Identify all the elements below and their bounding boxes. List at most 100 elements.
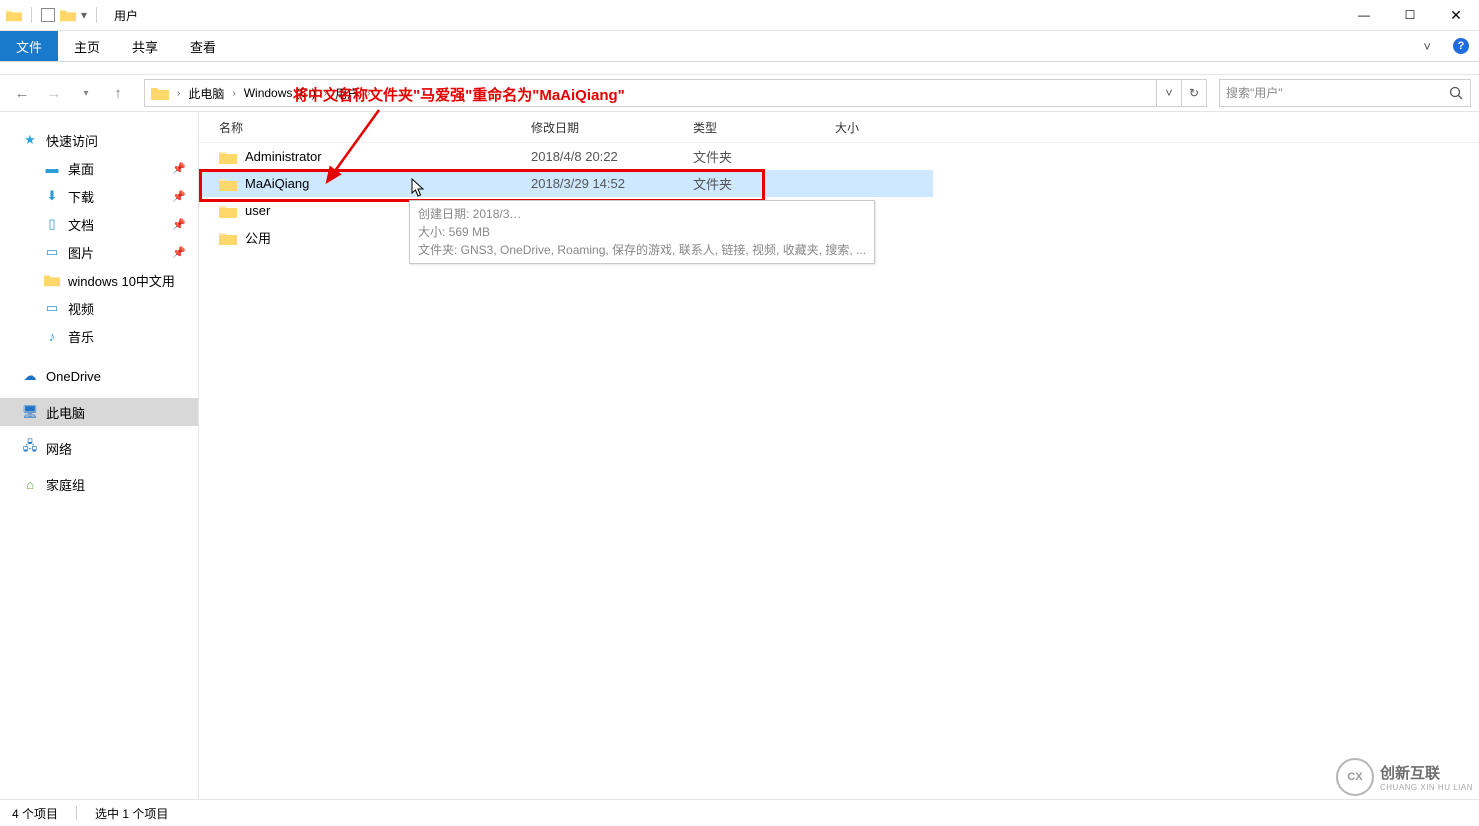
window-title: 用户 (114, 7, 138, 24)
status-bar: 4 个项目 选中 1 个项目 (0, 799, 1479, 826)
sidebar-thispc[interactable]: 🖥 此电脑 (0, 398, 198, 426)
column-type[interactable]: 类型 (687, 119, 829, 136)
help-button[interactable]: ? (1453, 38, 1469, 54)
column-date[interactable]: 修改日期 (525, 119, 687, 136)
table-row[interactable]: Administrator 2018/4/8 20:22文件夹 (199, 143, 1479, 170)
annotation-prefix: 将中文名称文件夹"马爱强"重命名为 (293, 87, 532, 104)
file-tooltip: 创建日期: 2018/3… 大小: 569 MB 文件夹: GNS3, OneD… (409, 200, 875, 264)
folder-icon (44, 272, 60, 288)
qat-dropdown-icon[interactable]: ▾ (81, 8, 87, 22)
nav-forward-button[interactable]: → (40, 79, 68, 107)
sidebar-item-music[interactable]: ♪ 音乐 (0, 322, 198, 350)
network-icon: 🖧 (22, 440, 38, 456)
folder-icon (145, 80, 175, 106)
sidebar-item-label: 家庭组 (46, 475, 85, 494)
watermark-logo: CX (1336, 758, 1374, 796)
navigation-pane: ★ 快速访问 ▬ 桌面 📌 ⬇ 下载 📌 ▯ 文档 📌 ▭ 图片 📌 windo… (0, 112, 199, 804)
window-controls: — ☐ ✕ (1341, 0, 1479, 30)
sidebar-item-label: 音乐 (68, 327, 94, 346)
watermark: CX 创新互联 CHUANG XIN HU LIAN (1336, 758, 1473, 796)
desktop-icon: ▬ (44, 160, 60, 176)
chevron-right-icon[interactable]: › (175, 88, 182, 99)
status-selected-count: 选中 1 个项目 (95, 805, 168, 822)
star-icon: ★ (22, 132, 38, 148)
tab-home[interactable]: 主页 (58, 31, 116, 61)
sidebar-item-documents[interactable]: ▯ 文档 📌 (0, 210, 198, 238)
sidebar-item-pictures[interactable]: ▭ 图片 📌 (0, 238, 198, 266)
tab-file[interactable]: 文件 (0, 31, 58, 61)
ribbon-body-collapsed (0, 62, 1479, 75)
nav-back-button[interactable]: ← (8, 79, 36, 107)
tab-share[interactable]: 共享 (116, 31, 174, 61)
address-dropdown-button[interactable]: ˅ (1156, 80, 1181, 106)
sidebar-item-label: 桌面 (68, 159, 94, 178)
file-name: user (245, 203, 270, 218)
nav-recent-dropdown[interactable]: ▾ (72, 79, 100, 107)
homegroup-icon: ⌂ (22, 476, 38, 492)
pin-icon: 📌 (172, 246, 186, 259)
folder-icon (219, 150, 237, 164)
folder-icon (219, 231, 237, 245)
picture-icon: ▭ (44, 244, 60, 260)
annotation-bold: "MaAiQiang" (532, 87, 625, 104)
pin-icon: 📌 (172, 218, 186, 231)
sidebar-item-label: 网络 (46, 439, 72, 458)
file-date: 2018/4/8 20:22 (525, 149, 687, 164)
status-item-count: 4 个项目 (12, 805, 58, 822)
folder-icon (6, 7, 22, 23)
sidebar-network[interactable]: 🖧 网络 (0, 434, 198, 462)
quick-access-toolbar: ▾ 用户 (0, 7, 138, 24)
search-box[interactable] (1219, 79, 1471, 107)
column-name[interactable]: 名称 (213, 119, 525, 136)
sidebar-item-win10[interactable]: windows 10中文用 (0, 266, 198, 294)
tab-view[interactable]: 查看 (174, 31, 232, 61)
pin-icon: 📌 (172, 190, 186, 203)
minimize-button[interactable]: — (1341, 0, 1387, 30)
music-icon: ♪ (44, 328, 60, 344)
chevron-right-icon[interactable]: › (230, 88, 237, 99)
maximize-button[interactable]: ☐ (1387, 0, 1433, 30)
explorer-body: ★ 快速访问 ▬ 桌面 📌 ⬇ 下载 📌 ▯ 文档 📌 ▭ 图片 📌 windo… (0, 112, 1479, 804)
column-size[interactable]: 大小 (829, 119, 921, 136)
file-name: MaAiQiang (245, 176, 309, 191)
folder-icon (219, 177, 237, 191)
navigation-bar: ← → ▾ ↑ › 此电脑 › Windows (C:) › 用户 › ˅ ↻ (0, 75, 1479, 112)
sidebar-item-videos[interactable]: ▭ 视频 (0, 294, 198, 322)
sidebar-onedrive[interactable]: ☁ OneDrive (0, 362, 198, 390)
sidebar-quick-access[interactable]: ★ 快速访问 (0, 126, 198, 154)
refresh-button[interactable]: ↻ (1181, 80, 1206, 106)
qat-separator (96, 7, 97, 23)
status-divider (76, 806, 77, 820)
sidebar-item-label: 快速访问 (46, 131, 98, 150)
qat-separator (31, 7, 32, 23)
sidebar-item-label: OneDrive (46, 369, 101, 384)
breadcrumb-thispc[interactable]: 此电脑 (182, 80, 230, 106)
document-icon: ▯ (44, 216, 60, 232)
ribbon-tabs: 文件 主页 共享 查看 ˅ ? (0, 31, 1479, 62)
folder-icon[interactable] (60, 7, 76, 23)
file-type: 文件夹 (687, 147, 829, 166)
close-button[interactable]: ✕ (1433, 0, 1479, 30)
search-icon[interactable] (1442, 86, 1470, 100)
sidebar-item-label: 此电脑 (46, 403, 85, 422)
pin-icon: 📌 (172, 162, 186, 175)
watermark-brand: 创新互联 (1380, 762, 1473, 783)
file-name: Administrator (245, 149, 322, 164)
tooltip-line: 创建日期: 2018/3… (418, 205, 866, 223)
nav-up-button[interactable]: ↑ (104, 79, 132, 107)
file-type: 文件夹 (687, 174, 829, 193)
tooltip-line: 大小: 569 MB (418, 223, 866, 241)
sidebar-item-downloads[interactable]: ⬇ 下载 📌 (0, 182, 198, 210)
ribbon-expand-button[interactable]: ˅ (1407, 31, 1447, 61)
search-input[interactable] (1220, 86, 1442, 100)
file-name: 公用 (245, 228, 271, 247)
sidebar-item-desktop[interactable]: ▬ 桌面 📌 (0, 154, 198, 182)
sidebar-item-label: windows 10中文用 (68, 271, 175, 290)
cloud-icon: ☁ (22, 368, 38, 384)
watermark-sub: CHUANG XIN HU LIAN (1380, 783, 1473, 792)
qat-checkbox-icon[interactable] (41, 8, 55, 22)
sidebar-homegroup[interactable]: ⌂ 家庭组 (0, 470, 198, 498)
monitor-icon: 🖥 (22, 404, 38, 420)
video-icon: ▭ (44, 300, 60, 316)
table-row[interactable]: MaAiQiang2018/3/29 14:52文件夹 (199, 170, 933, 197)
